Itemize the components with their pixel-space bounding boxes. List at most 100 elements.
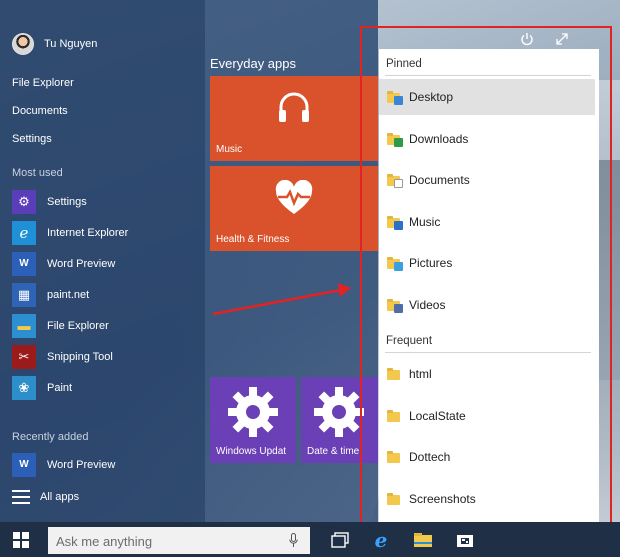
app-label: Snipping Tool [47,350,113,363]
tile-label: Windows Updat [216,446,287,457]
app-label: Internet Explorer [47,226,129,239]
app-paint-net[interactable]: ▦ paint.net [12,279,128,310]
app-label: paint.net [47,288,90,301]
file-explorer-icon [414,533,432,547]
jump-item-music[interactable]: Music [379,204,595,240]
recently-added-list: W Word Preview [12,449,115,480]
app-label: File Explorer [47,319,109,332]
folder-icon [386,173,403,188]
jump-item-label: Music [409,215,441,229]
task-view-icon [331,532,349,548]
file-explorer-icon: ▬ [12,313,36,338]
folder-icon [386,132,403,147]
power-icon [521,33,533,46]
jump-item-localstate[interactable]: LocalState [379,398,595,434]
jump-item-label: LocalState [409,409,466,423]
tile-health-fitness[interactable]: Health & Fitness [210,166,378,251]
frequent-heading: Frequent [386,335,433,347]
expand-button[interactable] [553,30,571,48]
folder-icon [386,215,403,230]
jump-item-screenshots[interactable]: Screenshots [379,481,595,517]
app-file-explorer[interactable]: ▬ File Explorer [12,310,128,341]
internet-explorer-icon: e [374,528,388,552]
jump-item-documents[interactable]: Documents [379,162,595,198]
word-icon: W [12,251,36,276]
folder-icon [386,256,403,271]
all-apps-label: All apps [40,491,80,503]
most-used-heading: Most used [12,167,63,179]
folder-icon [386,450,402,464]
windows-start-button[interactable] [13,532,29,548]
jump-item-label: Videos [409,298,446,312]
list-icon [12,490,30,504]
folder-icon [386,409,402,423]
app-label: Word Preview [47,257,116,270]
tile-windows-update[interactable]: Windows Updat [210,377,296,463]
divider [385,352,591,353]
app-snipping-tool[interactable]: ✂ Snipping Tool [12,341,128,372]
jump-item-dottech[interactable]: Dottech [379,439,595,475]
app-word-preview[interactable]: W Word Preview [12,248,128,279]
avatar [12,33,34,55]
recently-added-heading: Recently added [12,431,89,443]
pinned-heading: Pinned [386,58,422,70]
tile-date-time[interactable]: Date & time [301,377,378,463]
jump-item-label: Downloads [409,132,469,146]
word-icon: W [12,452,36,477]
jump-item-desktop[interactable]: Desktop [379,79,595,115]
tile-label: Health & Fitness [216,234,290,245]
app-label: Paint [47,381,73,394]
microphone-icon[interactable] [289,533,298,548]
tile-music[interactable]: Music [210,76,378,161]
internet-explorer-icon: e [12,220,36,245]
jump-item-html[interactable]: html [379,356,595,392]
scissors-icon: ✂ [12,344,36,369]
most-used-list: ⚙ Settings e Internet Explorer W Word Pr… [12,186,128,403]
taskbar: Ask me anything e [0,522,620,557]
gear-icon: ⚙ [12,189,36,214]
jump-item-downloads[interactable]: Downloads [379,121,595,157]
folder-icon [386,90,403,105]
search-box[interactable]: Ask me anything [48,527,310,554]
app-label: Word Preview [47,458,116,471]
paintnet-icon: ▦ [12,282,36,307]
heart-pulse-icon [275,180,313,214]
app-label: Settings [47,195,87,208]
jump-item-label: Dottech [409,450,451,464]
folder-icon [386,298,403,313]
app-internet-explorer[interactable]: e Internet Explorer [12,217,128,248]
divider [385,75,591,76]
expand-icon [556,33,568,45]
tile-group-title: Everyday apps [210,56,296,71]
tile-label: Music [216,144,243,155]
jump-item-videos[interactable]: Videos [379,287,595,323]
place-settings[interactable]: Settings [12,132,74,160]
store-icon [457,535,473,547]
jump-item-label: Desktop [409,90,454,104]
place-file-explorer[interactable]: File Explorer [12,76,74,104]
tile-label: Date & time [307,446,360,457]
start-menu: Tu Nguyen File Explorer Documents Settin… [0,0,378,522]
all-apps-button[interactable]: All apps [12,490,79,504]
jump-item-pictures[interactable]: Pictures [379,245,595,281]
jump-list-panel: Pinned Desktop Downloads Documents Music… [379,49,599,522]
taskbar-edge-ie[interactable]: e [370,530,392,550]
taskbar-store[interactable] [455,530,475,550]
paint-palette-icon: ❀ [12,375,36,400]
jump-item-label: Screenshots [409,492,476,506]
app-word-preview-recent[interactable]: W Word Preview [12,449,115,480]
jump-item-label: Pictures [409,256,453,270]
folder-icon [386,492,402,506]
power-button[interactable] [518,30,536,48]
jump-item-label: Documents [409,173,470,187]
app-paint[interactable]: ❀ Paint [12,372,128,403]
headphones-icon [279,92,309,122]
gear-icon [314,387,364,437]
taskbar-file-explorer[interactable] [412,530,434,550]
folder-icon [386,367,402,381]
gear-icon [228,387,278,437]
app-settings[interactable]: ⚙ Settings [12,186,128,217]
user-account[interactable]: Tu Nguyen [12,32,97,56]
task-view-button[interactable] [330,530,350,550]
place-documents[interactable]: Documents [12,104,74,132]
